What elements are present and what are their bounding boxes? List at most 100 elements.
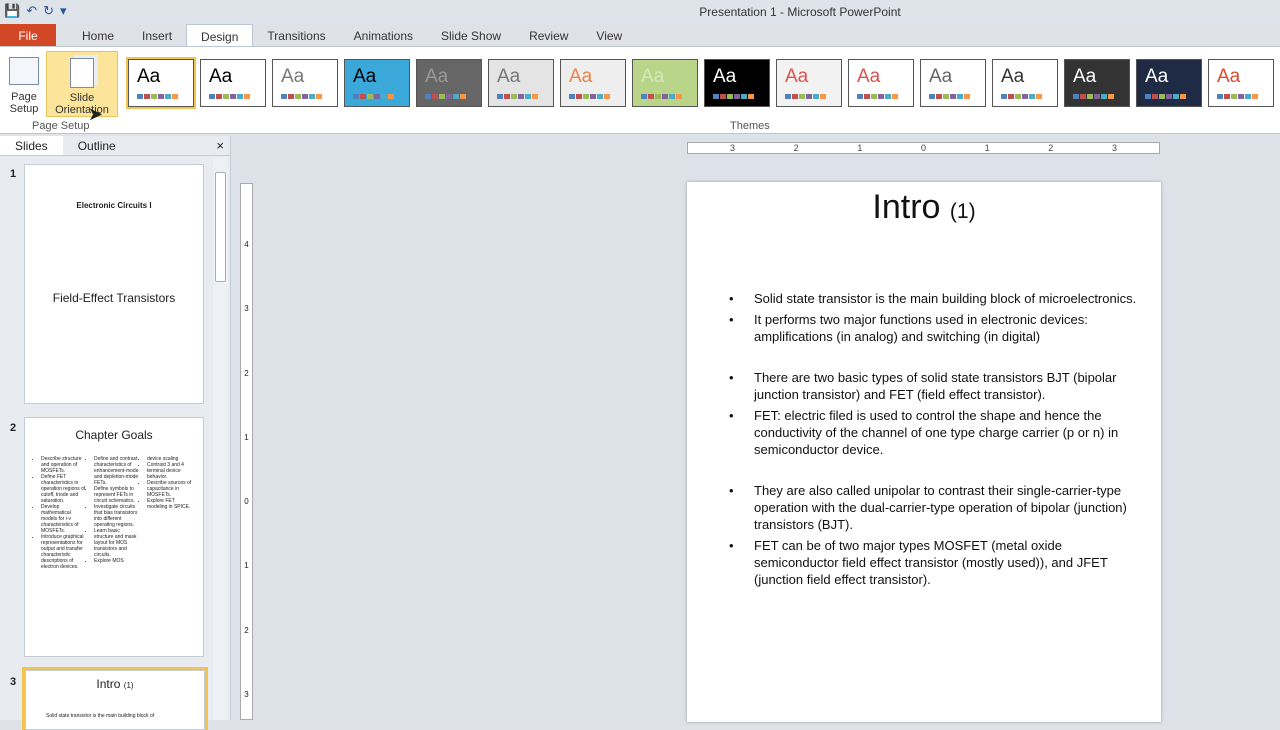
theme-sample-text: Aa	[137, 66, 161, 87]
theme-sample-text: Aa	[785, 66, 809, 87]
slide-thumbnail-3[interactable]: Intro (1) Solid state transistor is the …	[22, 667, 208, 730]
thumb-subtitle: Electronic Circuits I	[76, 201, 152, 210]
slide-title: Intro (1)	[872, 188, 976, 226]
page-setup-button[interactable]: Page Setup	[4, 49, 44, 117]
tab-slide-show[interactable]: Slide Show	[427, 24, 515, 47]
tab-design[interactable]: Design	[186, 24, 254, 47]
thumb-bullet: Explore FET modeling in SPICE.	[147, 498, 192, 510]
theme-thumbnail[interactable]: Aa	[1064, 59, 1130, 107]
ruler-tick-label: 3	[730, 143, 736, 153]
tab-review[interactable]: Review	[515, 24, 582, 47]
theme-sample-text: Aa	[713, 66, 737, 87]
theme-color-swatches	[1073, 94, 1114, 99]
slide-bullets[interactable]: Solid state transistor is the main build…	[727, 290, 1137, 588]
ruler-tick-label: 2	[244, 625, 249, 635]
thumb-title: Intro	[96, 677, 121, 691]
tab-home[interactable]: Home	[68, 24, 128, 47]
slide-bullet: Solid state transistor is the main build…	[727, 290, 1137, 307]
theme-thumbnail[interactable]: Aa	[1208, 59, 1274, 107]
ruler-tick-label: 1	[244, 561, 249, 571]
theme-thumbnail[interactable]: Aa	[632, 59, 698, 107]
slide-orientation-button[interactable]: Slide Orientation	[46, 51, 118, 117]
theme-thumbnail[interactable]: Aa	[1136, 59, 1202, 107]
themes-gallery: Aa Aa Aa Aa Aa Aa Aa Aa Aa Aa Aa Aa Aa Aa Aa Aa	[126, 57, 1274, 109]
thumb-bullet: Introduce graphical representations for …	[41, 534, 86, 570]
theme-sample-text: Aa	[209, 66, 233, 87]
theme-color-swatches	[641, 94, 682, 99]
thumb-bullet: Describe structure and operation of MOSF…	[41, 456, 86, 474]
ruler-tick-label: 2	[793, 143, 799, 153]
theme-color-swatches	[929, 94, 970, 99]
theme-thumbnail[interactable]: Aa	[344, 59, 410, 107]
page-setup-icon	[9, 57, 39, 85]
ruler-tick-label: 2	[1048, 143, 1054, 153]
theme-sample-text: Aa	[1073, 66, 1097, 87]
ruler-tick-label: 1	[857, 143, 863, 153]
ribbon-tabs: File Home Insert Design Transitions Anim…	[0, 24, 1280, 47]
thumb-title: Chapter Goals	[75, 428, 153, 442]
window-title: Presentation 1 - Microsoft PowerPoint	[699, 5, 901, 19]
ruler-tick-label: 4	[244, 240, 249, 249]
ruler-tick-label: 3	[244, 304, 249, 314]
slides-panel: Slides Outline × 1 Electronic Circuits I…	[0, 136, 231, 730]
theme-color-swatches	[1217, 94, 1258, 99]
tab-animations[interactable]: Animations	[340, 24, 427, 47]
theme-thumbnail[interactable]: Aa	[272, 59, 338, 107]
thumb-bullet: Define FET characteristics in operation …	[41, 474, 86, 504]
theme-sample-text: Aa	[353, 66, 377, 87]
slide-number: 1	[10, 168, 17, 180]
vertical-ruler: 4 3 2 1 0 1 2 3	[240, 183, 253, 720]
tab-insert[interactable]: Insert	[128, 24, 186, 47]
tab-view[interactable]: View	[582, 24, 636, 47]
theme-color-swatches	[425, 94, 466, 99]
ruler-tick-label: 2	[244, 368, 249, 378]
theme-thumbnail[interactable]: Aa	[488, 59, 554, 107]
thumb-col-3: device scalingContrast 3 and 4 terminal …	[147, 456, 192, 570]
theme-sample-text: Aa	[1217, 66, 1241, 87]
slides-scrollbar[interactable]	[213, 158, 228, 720]
current-slide[interactable]: Intro (1) Solid state transistor is the …	[687, 182, 1161, 722]
tab-outline[interactable]: Outline	[63, 136, 131, 155]
theme-thumbnail[interactable]: Aa	[126, 57, 196, 109]
tab-slides[interactable]: Slides	[0, 136, 63, 155]
theme-thumbnail[interactable]: Aa	[704, 59, 770, 107]
slide-number: 3	[10, 676, 17, 688]
theme-color-swatches	[281, 94, 322, 99]
close-icon[interactable]: ×	[216, 138, 224, 153]
tab-file[interactable]: File	[0, 24, 56, 47]
theme-thumbnail[interactable]: Aa	[920, 59, 986, 107]
slide-thumbnail-2[interactable]: Chapter Goals Describe structure and ope…	[24, 417, 204, 657]
theme-sample-text: Aa	[569, 66, 593, 87]
theme-thumbnail[interactable]: Aa	[416, 59, 482, 107]
theme-thumbnail[interactable]: Aa	[200, 59, 266, 107]
slide-title-suffix: (1)	[949, 200, 976, 223]
page-setup-label: Page Setup	[9, 91, 39, 115]
horizontal-ruler: 3 2 1 0 1 2 3	[687, 142, 1160, 154]
tab-transitions[interactable]: Transitions	[253, 24, 339, 47]
thumb-bullet: Explore MOS	[94, 558, 139, 564]
slide-bullet: FET: electric filed is used to control t…	[727, 407, 1137, 458]
slide-orientation-label: Slide Orientation	[55, 92, 109, 116]
ruler-tick-label: 0	[244, 497, 249, 507]
theme-color-swatches	[1145, 94, 1186, 99]
slide-bullet: FET can be of two major types MOSFET (me…	[727, 537, 1137, 588]
thumb-preview: Solid state transistor is the main build…	[46, 713, 155, 719]
thumb-col-1: Describe structure and operation of MOSF…	[41, 456, 86, 570]
theme-color-swatches	[713, 94, 754, 99]
theme-color-swatches	[1001, 94, 1042, 99]
ruler-tick-label: 1	[244, 432, 249, 442]
theme-thumbnail[interactable]: Aa	[560, 59, 626, 107]
slide-thumbnail-1[interactable]: Electronic Circuits I Field-Effect Trans…	[24, 164, 204, 404]
theme-sample-text: Aa	[641, 66, 665, 87]
scrollbar-thumb[interactable]	[215, 172, 226, 282]
theme-thumbnail[interactable]: Aa	[848, 59, 914, 107]
title-bar: 💾 ↶ ↻ ▾ Presentation 1 - Microsoft Power…	[0, 0, 1280, 24]
theme-thumbnail[interactable]: Aa	[776, 59, 842, 107]
ruler-tick-label: 1	[984, 143, 990, 153]
theme-thumbnail[interactable]: Aa	[992, 59, 1058, 107]
theme-sample-text: Aa	[425, 66, 449, 87]
ruler-tick-label: 3	[1111, 143, 1117, 153]
thumb-col-2: Define and contrast characteristics of e…	[94, 456, 139, 570]
theme-sample-text: Aa	[1001, 66, 1025, 87]
slide-bullet: There are two basic types of solid state…	[727, 369, 1137, 403]
